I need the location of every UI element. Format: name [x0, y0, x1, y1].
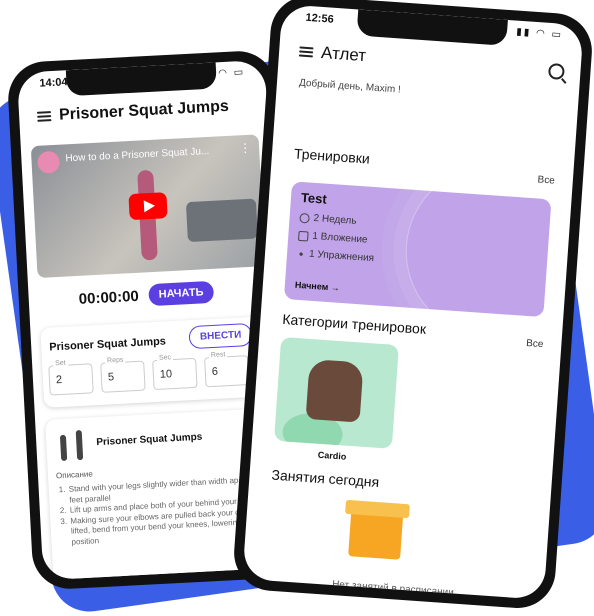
field-label: Sec	[156, 354, 174, 362]
more-icon[interactable]: ⋮	[239, 141, 252, 156]
category-label: Cardio	[317, 449, 347, 462]
start-button[interactable]: НАЧАТЬ	[148, 280, 215, 307]
header: Prisoner Squat Jumps	[36, 97, 254, 126]
menu-icon[interactable]	[36, 111, 52, 122]
exercise-log-card: Prisoner Squat Jumps ВНЕСТИ Set 2 Reps 5 S…	[40, 316, 273, 408]
status-time: 14:04	[39, 76, 68, 90]
couch-image	[185, 198, 258, 243]
search-icon[interactable]	[547, 62, 565, 80]
field-label: Rest	[208, 351, 228, 360]
attachments-row: 1 Вложение	[298, 230, 368, 246]
notch	[65, 62, 217, 97]
rest-field[interactable]: Rest 6	[204, 351, 250, 388]
timer-display: 00:00:00	[78, 287, 140, 308]
exercises-text: 1 Упражнения	[308, 248, 375, 265]
start-link[interactable]: Начнем →	[295, 280, 341, 293]
workout-card[interactable]: Test 2 Недель 1 Вложение 1 Упражнения На…	[283, 181, 552, 318]
categories-title: Категории тренировок	[281, 310, 427, 337]
set-field[interactable]: Set 2	[48, 359, 94, 396]
workout-title: Test	[300, 189, 328, 207]
video-title: How to do a Prisoner Squat Ju...	[65, 145, 210, 165]
right-screen: 12:56 ▮▮ ◠ ▭ Атлет Добрый день, Maxim ! …	[242, 4, 584, 600]
athlete-image	[305, 358, 364, 423]
exercises-row: 1 Упражнения	[296, 248, 375, 265]
video-icon	[298, 230, 309, 242]
sec-field[interactable]: Sec 10	[152, 354, 198, 391]
timer-row: 00:00:00 НАЧАТЬ	[78, 280, 215, 310]
field-value: 5	[107, 371, 115, 384]
status-icons: ▮▮ ◠ ▭	[198, 66, 246, 81]
status-time: 12:56	[305, 11, 335, 26]
menu-icon[interactable]	[298, 46, 314, 58]
exercise-name: Prisoner Squat Jumps	[48, 335, 167, 354]
greeting: Добрый день, Maxim !	[298, 77, 402, 96]
header: Атлет	[298, 41, 566, 80]
app-title: Атлет	[320, 43, 367, 66]
page-title: Prisoner Squat Jumps	[58, 97, 230, 124]
description-label: Описание	[55, 469, 94, 481]
workouts-title: Тренировки	[293, 145, 371, 167]
today-title: Занятия сегодня	[271, 466, 380, 491]
exercise-thumbnail	[54, 429, 92, 462]
category-card-cardio[interactable]	[273, 336, 399, 449]
video-player[interactable]: How to do a Prisoner Squat Ju... ⋮	[30, 134, 266, 279]
field-value: 10	[159, 368, 173, 381]
field-value: 6	[211, 365, 219, 379]
categories-all-link[interactable]: Все	[526, 338, 544, 350]
empty-state-text: Нет занятий в расписании	[331, 579, 455, 599]
field-label: Set	[52, 359, 68, 368]
weeks-row: 2 Недель	[299, 212, 357, 227]
attachments-text: 1 Вложение	[311, 230, 368, 246]
clock-icon	[299, 212, 310, 224]
log-fields: Set 2 Reps 5 Sec 10 Rest 6	[48, 351, 250, 396]
exercise-icon	[296, 249, 306, 258]
weeks-text: 2 Недель	[313, 212, 357, 227]
empty-box-icon	[348, 508, 404, 560]
rings-decoration	[399, 181, 552, 318]
right-phone: 12:56 ▮▮ ◠ ▭ Атлет Добрый день, Maxim ! …	[231, 0, 594, 611]
reps-field[interactable]: Reps 5	[100, 356, 146, 393]
workouts-all-link[interactable]: Все	[537, 174, 555, 186]
status-icons: ▮▮ ◠ ▭	[515, 26, 564, 41]
notch	[356, 9, 508, 46]
field-value: 2	[55, 373, 63, 387]
channel-avatar	[37, 150, 61, 174]
detail-exercise-name: Prisoner Squat Jumps	[96, 431, 203, 449]
insert-button[interactable]: ВНЕСТИ	[188, 322, 253, 350]
play-icon[interactable]	[128, 192, 168, 221]
field-label: Reps	[104, 356, 126, 365]
